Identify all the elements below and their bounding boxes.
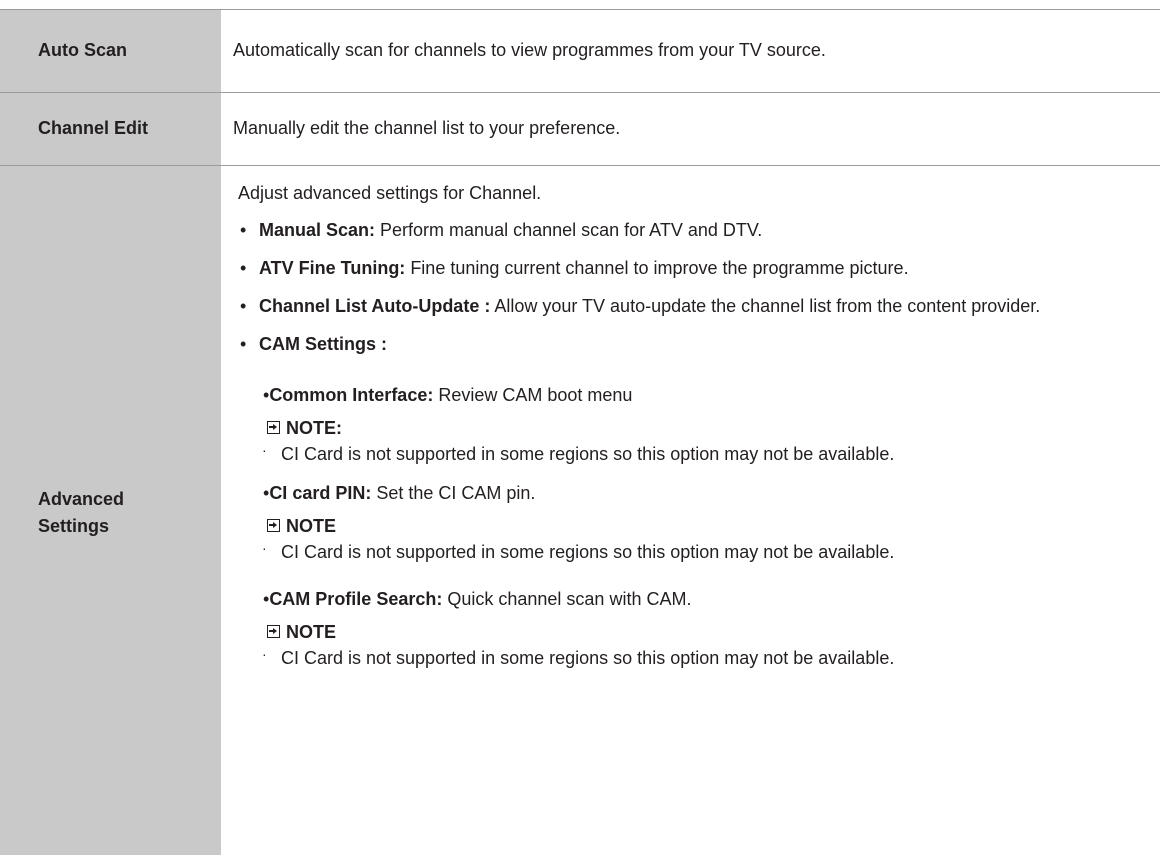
note-dot: · bbox=[262, 645, 267, 662]
note-body: CI Card is not supported in some regions… bbox=[281, 541, 895, 562]
note-label: NOTE: bbox=[286, 417, 342, 438]
setting-name-channel-edit: Channel Edit bbox=[0, 92, 221, 166]
item-term: Manual Scan: bbox=[259, 219, 376, 240]
item-text: Perform manual channel scan for ATV and … bbox=[375, 219, 763, 240]
note-text: · CI Card is not supported in some region… bbox=[233, 539, 1160, 566]
channel-settings-table: Auto Scan Automatically scan for channel… bbox=[0, 10, 1160, 855]
bullet-icon: • bbox=[240, 257, 247, 278]
item-term: CI card PIN: bbox=[269, 482, 372, 503]
item-term: Common Interface: bbox=[269, 384, 434, 405]
arrow-into-box-icon bbox=[267, 625, 280, 638]
bullet-icon: • bbox=[240, 295, 247, 316]
setting-name-line-2: Settings bbox=[38, 516, 110, 537]
note-heading: NOTE bbox=[267, 513, 1160, 539]
note-text: · CI Card is not supported in some region… bbox=[233, 441, 1160, 468]
note-body: CI Card is not supported in some regions… bbox=[281, 647, 895, 668]
bullet-icon: • bbox=[240, 219, 247, 240]
list-item-atv-fine-tuning: • ATV Fine Tuning: Fine tuning current ch… bbox=[233, 255, 1160, 282]
table-row-channel-edit: Channel Edit Manually edit the channel l… bbox=[0, 92, 1160, 166]
item-text: Set the CI CAM pin. bbox=[371, 482, 536, 503]
item-text: Quick channel scan with CAM. bbox=[442, 588, 692, 609]
arrow-into-box-icon bbox=[267, 519, 280, 532]
item-text: Review CAM boot menu bbox=[433, 384, 633, 405]
note-heading: NOTE: bbox=[267, 415, 1160, 441]
advanced-intro: Adjust advanced settings for Channel. bbox=[238, 182, 542, 203]
bullet-icon: • bbox=[240, 333, 247, 354]
cam-item-cam-profile-search: •CAM Profile Search: Quick channel scan … bbox=[233, 586, 1160, 613]
item-term: Channel List Auto-Update : bbox=[259, 295, 491, 316]
table-row-auto-scan: Auto Scan Automatically scan for channel… bbox=[0, 10, 1160, 93]
note-text: · CI Card is not supported in some region… bbox=[233, 645, 1160, 672]
setting-name-line-1: Advanced bbox=[38, 489, 125, 510]
setting-description-auto-scan: Automatically scan for channels to view … bbox=[221, 10, 1160, 93]
arrow-into-box-icon bbox=[267, 421, 280, 434]
note-dot: · bbox=[262, 539, 267, 556]
cam-item-common-interface: •Common Interface: Review CAM boot menu bbox=[233, 382, 1160, 409]
table-row-advanced-settings: Advanced Settings Adjust advanced settin… bbox=[0, 165, 1160, 855]
note-body: CI Card is not supported in some regions… bbox=[281, 443, 895, 464]
item-term: CAM Settings : bbox=[259, 333, 387, 354]
note-label: NOTE bbox=[286, 515, 337, 536]
item-term: CAM Profile Search: bbox=[269, 588, 443, 609]
setting-name-auto-scan: Auto Scan bbox=[0, 10, 221, 93]
item-term: ATV Fine Tuning: bbox=[259, 257, 406, 278]
item-text: Allow your TV auto-update the channel li… bbox=[490, 295, 1041, 316]
item-text: Fine tuning current channel to improve t… bbox=[405, 257, 909, 278]
note-label: NOTE bbox=[286, 621, 337, 642]
list-item-manual-scan: • Manual Scan: Perform manual channel sca… bbox=[233, 217, 1160, 244]
note-heading: NOTE bbox=[267, 619, 1160, 645]
cam-item-ci-card-pin: •CI card PIN: Set the CI CAM pin. bbox=[233, 480, 1160, 507]
setting-name-advanced-settings: Advanced Settings bbox=[0, 165, 221, 855]
note-dot: · bbox=[262, 441, 267, 458]
setting-description-advanced-settings: Adjust advanced settings for Channel. • M… bbox=[221, 165, 1160, 855]
list-item-cam-settings: • CAM Settings : bbox=[233, 331, 1160, 358]
list-item-channel-list-auto-update: • Channel List Auto-Update : Allow your T… bbox=[233, 293, 1160, 320]
setting-description-channel-edit: Manually edit the channel list to your p… bbox=[221, 92, 1160, 166]
